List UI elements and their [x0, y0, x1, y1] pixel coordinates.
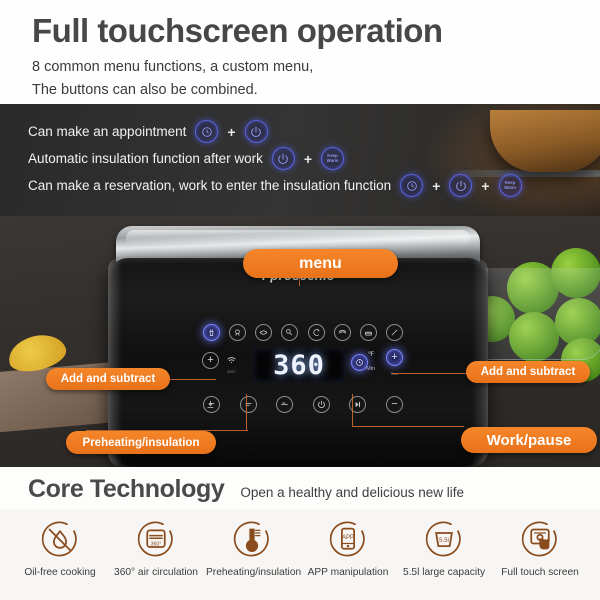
menu-icon-custom[interactable]	[385, 324, 403, 341]
keep-warm-button[interactable]	[276, 396, 294, 413]
menu-icon-drumstick[interactable]	[281, 324, 299, 341]
power-icon	[449, 174, 473, 197]
air-badge: 360°	[151, 541, 162, 547]
feature-caption: 5.5l large capacity	[402, 567, 486, 578]
plus-symbol: +	[303, 150, 313, 167]
feature-caption: Preheating/insulation	[206, 567, 302, 578]
menu-icon-shrimp[interactable]	[307, 324, 325, 341]
button-combination-section: Can make an appointment + Automatic insu…	[0, 104, 600, 216]
header-subtitle-line1: 8 common menu functions, a custom menu,	[32, 59, 314, 75]
control-panel: WIFI 360 ℉ Min + + Time − −	[202, 324, 403, 419]
menu-icon-row	[203, 324, 403, 341]
core-title: Core Technology	[28, 475, 225, 503]
power-button[interactable]	[312, 396, 330, 413]
feature-caption: 360° air circulation	[114, 567, 198, 578]
thermometer-icon	[206, 515, 298, 565]
product-photo-section: Pproscenic	[0, 216, 600, 467]
core-tagline: Open a healthy and delicious new life	[240, 485, 464, 500]
combination-row: Automatic insulation function after work…	[28, 145, 600, 172]
core-header: Core Technology Open a healthy and delic…	[0, 467, 600, 509]
minus-button-right[interactable]: −	[385, 396, 403, 413]
leader-line-work-h	[352, 426, 464, 427]
control-button-row: − −	[203, 396, 403, 413]
keep-warm-label-line2: Warm	[326, 157, 339, 163]
callout-menu[interactable]: menu	[243, 249, 398, 278]
plus-symbol: +	[432, 177, 441, 194]
header-section: Full touchscreen operation 8 common menu…	[0, 0, 600, 104]
header-subtitle-line2: The buttons can also be combined.	[32, 82, 258, 98]
timer-icon	[400, 174, 424, 197]
menu-icon-fries[interactable]	[203, 324, 220, 341]
combination-text: Automatic insulation function after work	[28, 151, 263, 166]
callout-preheating-insulation[interactable]: Preheating/insulation	[66, 431, 216, 454]
combination-row: Can make an appointment +	[28, 118, 600, 145]
app-phone-icon: APP	[302, 515, 394, 565]
minus-button-left[interactable]: −	[203, 396, 220, 413]
product-marketing-image: Full touchscreen operation 8 common menu…	[0, 0, 600, 600]
air-circulation-icon: 360°	[110, 515, 202, 565]
feature-item-air-circulation: 360° 360° air circulation	[110, 515, 202, 578]
touch-hand-icon	[494, 515, 586, 565]
leader-line-work-pause	[352, 394, 353, 426]
menu-icon-bacon[interactable]	[333, 324, 351, 341]
display-temp-unit: ℉	[367, 351, 374, 358]
keep-warm-icon: Keep Warm	[498, 174, 522, 197]
power-icon	[271, 147, 295, 170]
leader-line-add-right	[392, 373, 470, 374]
keep-warm-label-line2: Warm	[504, 184, 516, 190]
display-value: 360	[273, 349, 325, 381]
basket-icon: 5.5l	[398, 515, 490, 565]
capacity-badge: 5.5l	[439, 537, 449, 544]
app-badge: APP	[342, 534, 354, 541]
plus-symbol: +	[227, 123, 236, 140]
plus-button-right[interactable]: +	[386, 349, 403, 366]
keep-warm-icon: Keep Warm	[321, 147, 345, 170]
feature-item-preheating: Preheating/insulation	[206, 515, 302, 578]
plus-button-left[interactable]: +	[202, 352, 219, 369]
timer-icon	[195, 120, 219, 143]
leader-line-preheat	[246, 394, 247, 430]
core-technology-section: Core Technology Open a healthy and delic…	[0, 467, 600, 600]
callout-work-pause[interactable]: Work/pause	[461, 427, 597, 453]
menu-icon-fish[interactable]	[255, 324, 273, 341]
feature-list: Oil-free cooking 360° 360° air circulati…	[0, 509, 600, 578]
feature-caption: Oil-free cooking	[24, 567, 96, 578]
timer-button[interactable]	[351, 354, 368, 371]
feature-caption: APP manipulation	[307, 567, 389, 578]
feature-item-oil-free: Oil-free cooking	[14, 515, 106, 578]
combination-text: Can make an appointment	[28, 124, 187, 139]
feature-item-capacity: 5.5l 5.5l large capacity	[398, 515, 490, 578]
display-time-unit: Min	[366, 366, 375, 372]
menu-icon-chicken[interactable]	[229, 324, 247, 341]
no-oil-icon	[14, 515, 106, 565]
wifi-label: WIFI	[227, 370, 236, 374]
page-title: Full touchscreen operation	[32, 12, 443, 49]
callout-add-subtract-right[interactable]: Add and subtract	[466, 361, 590, 383]
callout-add-subtract-left[interactable]: Add and subtract	[46, 368, 170, 390]
plus-symbol: +	[481, 177, 490, 194]
wifi-indicator: WIFI	[227, 351, 236, 374]
feature-item-app: APP APP manipulation	[302, 515, 394, 578]
menu-icon-cake[interactable]	[359, 324, 377, 341]
preheat-button[interactable]	[239, 396, 257, 413]
power-icon	[244, 120, 268, 143]
feature-item-touch-screen: Full touch screen	[494, 515, 586, 578]
feature-caption: Full touch screen	[501, 567, 579, 578]
combination-row: Can make a reservation, work to enter th…	[28, 172, 600, 199]
digital-display: 360	[253, 348, 345, 382]
combination-text: Can make a reservation, work to enter th…	[28, 178, 392, 193]
